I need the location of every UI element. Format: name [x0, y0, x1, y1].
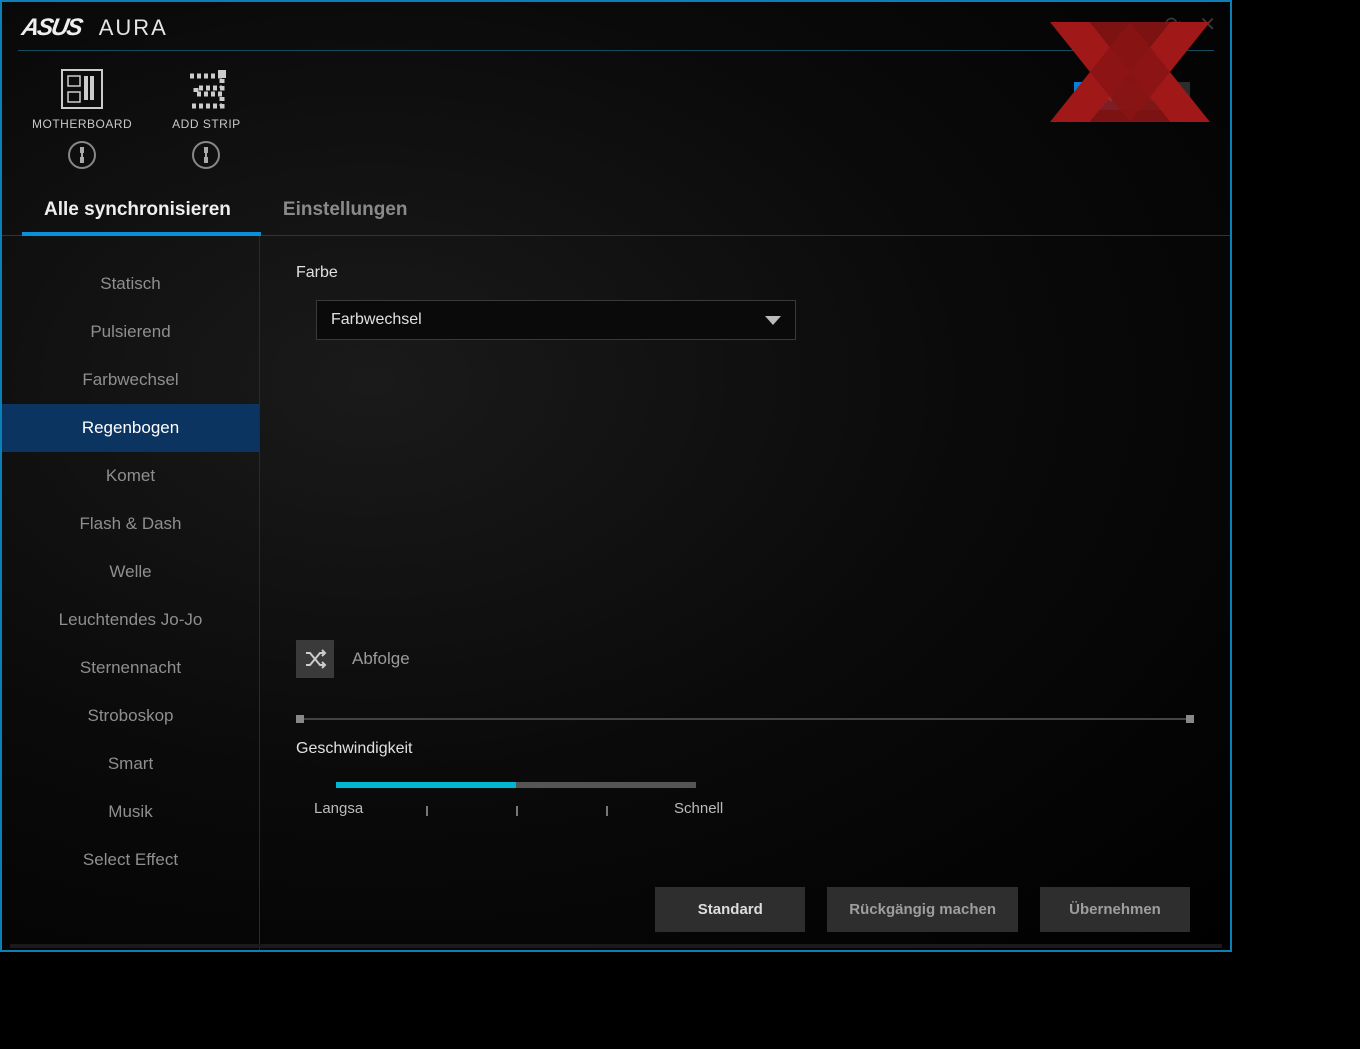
device-add-strip[interactable]: ADD STRIP — [172, 67, 241, 169]
titlebar: ASUS AURA ⟳ ✕ — [2, 2, 1230, 50]
close-icon[interactable]: ✕ — [1199, 12, 1216, 37]
speed-min-label: Langsam — [314, 800, 364, 817]
effect-smart[interactable]: Smart — [2, 740, 259, 788]
body: Statisch Pulsierend Farbwechsel Regenbog… — [2, 236, 1230, 950]
effect-pulsierend[interactable]: Pulsierend — [2, 308, 259, 356]
color-dropdown-value: Farbwechsel — [331, 311, 422, 329]
motherboard-icon — [59, 67, 105, 111]
apply-button[interactable]: Übernehmen — [1040, 887, 1190, 932]
effect-sternennacht[interactable]: Sternennacht — [2, 644, 259, 692]
speed-max-label: Schnell — [674, 800, 734, 817]
effect-welle[interactable]: Welle — [2, 548, 259, 596]
power-on[interactable]: ON — [1074, 82, 1132, 110]
effect-stroboskop[interactable]: Stroboskop — [2, 692, 259, 740]
action-buttons: Standard Rückgängig machen Übernehmen — [655, 887, 1190, 932]
link-icon[interactable] — [192, 141, 220, 169]
tabs: Alle synchronisieren Einstellungen — [2, 185, 1230, 236]
sequence-label: Abfolge — [352, 649, 410, 669]
speed-fill — [336, 782, 516, 788]
chevron-down-icon — [765, 316, 781, 325]
effect-flash-dash[interactable]: Flash & Dash — [2, 500, 259, 548]
tab-sync-all[interactable]: Alle synchronisieren — [22, 185, 261, 235]
color-label: Farbe — [296, 264, 1194, 282]
led-strip-icon — [183, 67, 229, 111]
device-row: MOTHERBOARD ADD STRIP — [2, 51, 1230, 179]
effect-statisch[interactable]: Statisch — [2, 260, 259, 308]
default-button[interactable]: Standard — [655, 887, 805, 932]
app-title: AURA — [99, 15, 168, 41]
section-divider — [296, 718, 1194, 720]
speed-label: Geschwindigkeit — [296, 740, 1194, 758]
effect-farbwechsel[interactable]: Farbwechsel — [2, 356, 259, 404]
app-window: ASUS AURA ⟳ ✕ MOTHERBOARD — [0, 0, 1232, 952]
power-off[interactable]: OFF — [1132, 82, 1190, 110]
device-motherboard-label: MOTHERBOARD — [32, 117, 132, 131]
effect-musik[interactable]: Musik — [2, 788, 259, 836]
device-motherboard[interactable]: MOTHERBOARD — [32, 67, 132, 169]
shuffle-icon[interactable] — [296, 640, 334, 678]
effects-sidebar: Statisch Pulsierend Farbwechsel Regenbog… — [2, 236, 260, 950]
effect-select-effect[interactable]: Select Effect — [2, 836, 259, 884]
main-panel: Farbe Farbwechsel Abfolge Geschwindigkei… — [260, 236, 1230, 950]
speed-track — [336, 782, 696, 788]
sequence-row: Abfolge — [296, 640, 1194, 678]
speed-slider[interactable]: Langsam Schnell — [336, 782, 696, 810]
refresh-icon[interactable]: ⟳ — [1164, 12, 1181, 37]
undo-button[interactable]: Rückgängig machen — [827, 887, 1018, 932]
link-icon[interactable] — [68, 141, 96, 169]
power-toggle[interactable]: ON OFF — [1074, 82, 1190, 110]
effect-regenbogen[interactable]: Regenbogen — [2, 404, 259, 452]
effect-komet[interactable]: Komet — [2, 452, 259, 500]
effect-leuchtendes-jojo[interactable]: Leuchtendes Jo-Jo — [2, 596, 259, 644]
color-dropdown[interactable]: Farbwechsel — [316, 300, 796, 340]
device-add-strip-label: ADD STRIP — [172, 117, 241, 131]
brand-logo: ASUS — [20, 14, 84, 42]
tab-settings[interactable]: Einstellungen — [261, 185, 438, 235]
